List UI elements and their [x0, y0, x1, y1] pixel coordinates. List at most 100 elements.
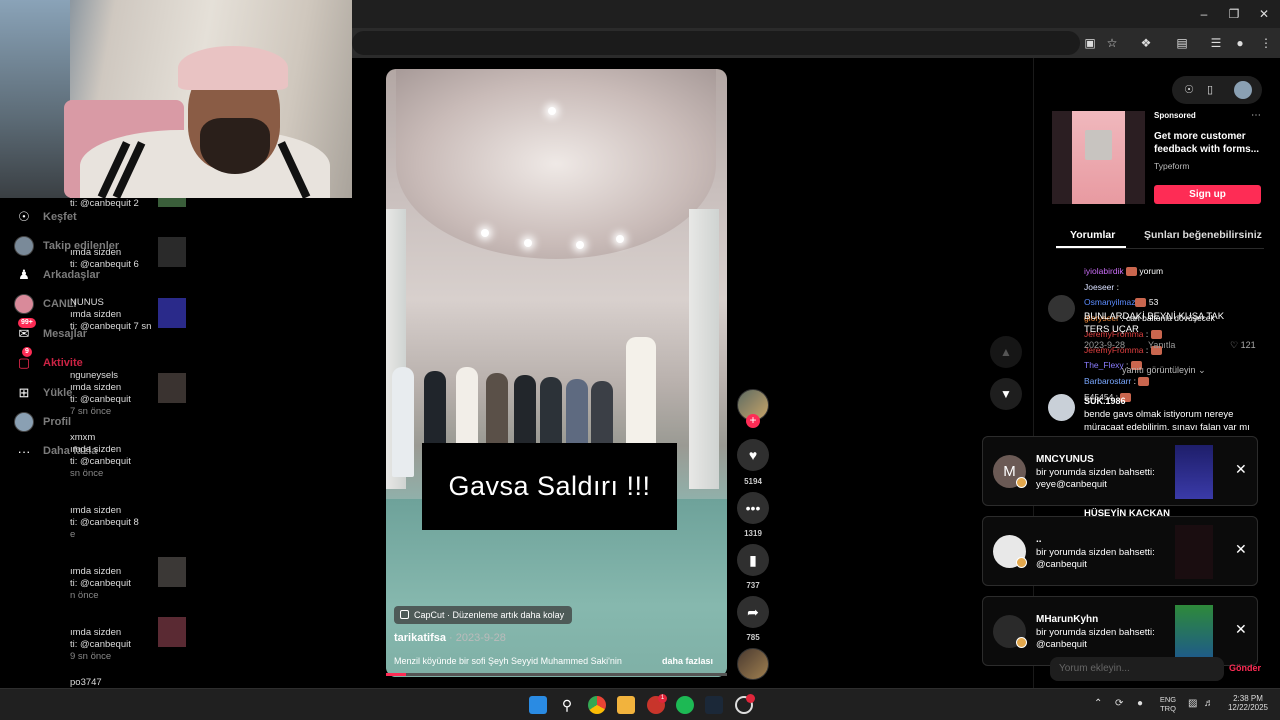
heart-outline-icon: ♡	[1230, 340, 1239, 350]
video-player[interactable]	[386, 69, 727, 677]
comment-user[interactable]: SUK.1986	[1084, 395, 1126, 408]
tray-chevron-icon[interactable]: ⌃	[1094, 699, 1102, 709]
extensions-icon[interactable]: ❖	[1138, 35, 1154, 51]
bookmark-star-icon[interactable]: ☆	[1104, 35, 1120, 51]
language-bottom: TRQ	[1160, 704, 1176, 713]
volume-icon[interactable]: ♬	[1204, 699, 1214, 709]
chevron-down-icon: ⌄	[1198, 365, 1206, 375]
notification-line: ımda sizden	[70, 444, 122, 455]
video-person	[392, 367, 414, 477]
chrome-icon[interactable]	[588, 696, 606, 714]
notification-thumbnail	[158, 298, 186, 328]
emote-icon	[1126, 267, 1138, 277]
chat-message: Osmanyilmaz 53	[1084, 297, 1158, 308]
close-window-icon[interactable]: ✕	[1256, 6, 1272, 22]
save-button[interactable]: ▮	[737, 544, 769, 576]
chat-user: Joeseer	[1084, 282, 1115, 292]
share-count: 785	[746, 633, 760, 642]
video-caption-box: Gavsa Saldırı !!!	[422, 443, 677, 530]
network-icon[interactable]: ▨	[1188, 699, 1197, 709]
notification-line: ımda sizden	[70, 505, 122, 516]
steam-icon[interactable]	[705, 696, 723, 714]
file-explorer-icon[interactable]	[617, 696, 635, 714]
notification-line: xmxm	[70, 432, 96, 443]
comment-text: BUNLARDAKİ BEYNİ KUŞA TAK TERS UÇAR	[1084, 311, 1225, 335]
tab-you-may-like[interactable]: Şunları beğenebilirsiniz	[1144, 229, 1262, 241]
microphone-icon[interactable]: ●	[1137, 699, 1143, 709]
sound-disc[interactable]	[737, 648, 769, 680]
previous-video-button[interactable]: ▲	[990, 336, 1022, 368]
restore-icon[interactable]: ❐	[1226, 6, 1242, 22]
sidebar-item-upload[interactable]: ⊞ Yükle	[14, 383, 73, 403]
video-progress-bar[interactable]	[386, 673, 727, 676]
minimize-icon[interactable]: –	[1196, 6, 1212, 22]
toast-thumbnail	[1175, 445, 1213, 499]
language-indicator[interactable]: ENG TRQ	[1158, 695, 1178, 713]
sidebar-item-live[interactable]: CANLI	[14, 294, 77, 314]
install-app-icon[interactable]: ▣	[1082, 35, 1098, 51]
tab-comments[interactable]: Yorumlar	[1070, 229, 1115, 241]
video-author[interactable]: tarikatifsa · 2023-9-28	[394, 632, 506, 644]
comment-bubble-icon: •••	[745, 500, 761, 516]
chat-message: iyiolabirdik yorum	[1084, 266, 1163, 277]
view-replies-text: yanıtı görüntüleyin	[1122, 365, 1196, 375]
notification-time: n önce	[70, 590, 99, 601]
menu-kebab-icon[interactable]: ⋮	[1258, 35, 1274, 51]
post-comment-button[interactable]: Gönder	[1229, 663, 1261, 673]
activity-icon: ▢ 9	[17, 347, 32, 370]
comment-like[interactable]: ♡ 121	[1230, 340, 1256, 351]
toast-name: ..	[1036, 534, 1042, 545]
webcam-overlay	[0, 0, 352, 198]
next-video-button[interactable]: ▼	[990, 378, 1022, 410]
view-replies-link[interactable]: yanıtı görüntüleyin ⌄	[1122, 365, 1206, 376]
mention-toast[interactable]: MHarunKyhn bir yorumda sizden bahsetti: …	[982, 596, 1258, 666]
profile-avatar	[14, 412, 34, 432]
sidebar-item-explore[interactable]: ☉ Keşfet	[14, 207, 76, 227]
split-view-icon[interactable]: ▤	[1174, 35, 1190, 51]
windows-start-icon[interactable]	[529, 696, 547, 714]
notification-item[interactable]: xmxm ımda sizden ti: @canbequit sn önce	[70, 432, 190, 480]
notification-item[interactable]: ımda sizden ti: @canbequit 8 e	[70, 505, 190, 541]
webcam-window-bg	[0, 0, 70, 198]
video-date: · 2023-9-28	[445, 632, 506, 644]
share-button[interactable]: ➦	[737, 596, 769, 628]
toast-badge-icon	[1016, 557, 1027, 568]
close-icon[interactable]: ✕	[1235, 541, 1247, 558]
media-icon[interactable]: ☰	[1208, 35, 1224, 51]
ad-headline[interactable]: Get more customer feedback with forms...	[1154, 130, 1264, 156]
comment-avatar[interactable]	[1048, 295, 1075, 322]
clock[interactable]: 2:38 PM 12/22/2025	[1224, 694, 1272, 712]
comment-avatar[interactable]	[1048, 394, 1075, 421]
like-button[interactable]: ♥	[737, 439, 769, 471]
more-description-link[interactable]: daha fazlası	[662, 656, 713, 666]
ad-more-icon[interactable]: ⋯	[1251, 110, 1261, 121]
reply-link[interactable]: Yanıtla	[1148, 340, 1175, 350]
profile-icon[interactable]: ●	[1232, 35, 1248, 51]
video-pillar	[689, 209, 719, 489]
close-icon[interactable]: ✕	[1235, 621, 1247, 638]
share-arrow-icon: ➦	[747, 603, 759, 620]
address-input[interactable]	[352, 31, 1080, 55]
author-name[interactable]: tarikatifsa	[394, 632, 446, 644]
mention-toast[interactable]: .. bir yorumda sizden bahsetti: @canbequ…	[982, 516, 1258, 586]
mention-toast[interactable]: M MNCYUNUS bir yorumda sizden bahsetti: …	[982, 436, 1258, 506]
ad-signup-button[interactable]: Sign up	[1154, 185, 1261, 204]
sidebar-item-profile[interactable]: Profil	[14, 412, 71, 432]
device-icon[interactable]: ▯	[1203, 83, 1217, 97]
chat-message: Barbarostarr :	[1084, 376, 1150, 387]
user-avatar[interactable]	[1234, 81, 1252, 99]
clock-time: 2:38 PM	[1233, 694, 1263, 703]
tray-app-icon[interactable]: ⟳	[1115, 699, 1123, 709]
search-icon[interactable]: ⚲	[558, 696, 576, 714]
heart-icon: ♥	[748, 447, 758, 463]
add-comment-input[interactable]: Yorum ekleyin...	[1050, 657, 1224, 681]
video-light	[481, 229, 489, 237]
spotify-icon[interactable]	[676, 696, 694, 714]
explore-icon[interactable]: ☉	[1182, 83, 1196, 97]
save-count: 737	[746, 581, 760, 590]
comment-button[interactable]: •••	[737, 492, 769, 524]
taskbar: ⚲ 1 ⌃ ⟳ ● ENG TRQ ▨ ♬ 2:38 PM 12/22/2025	[0, 688, 1280, 720]
follow-plus-icon[interactable]: +	[746, 414, 760, 428]
capcut-label[interactable]: CapCut · Düzenleme artık daha kolay	[394, 606, 573, 624]
close-icon[interactable]: ✕	[1235, 461, 1247, 478]
